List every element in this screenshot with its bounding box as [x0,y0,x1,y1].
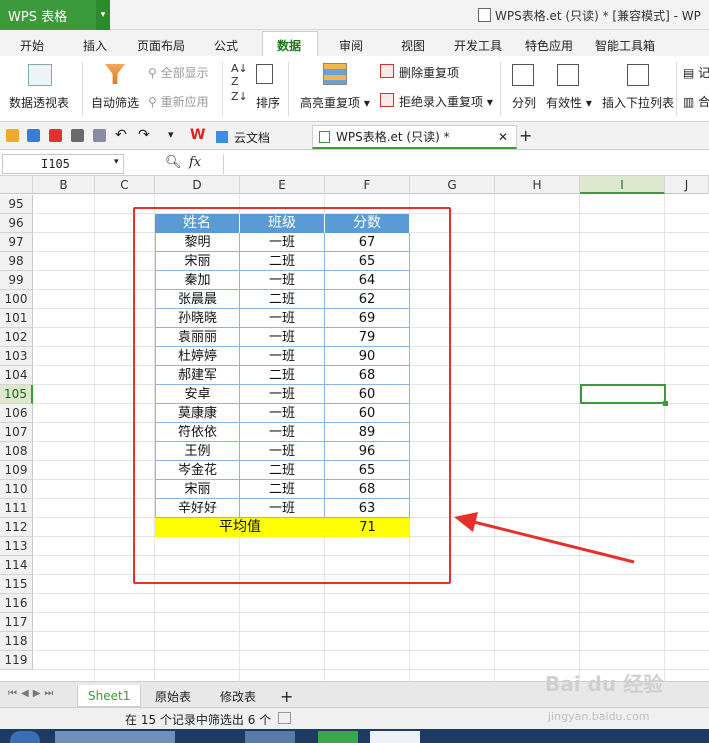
delete-duplicates-button[interactable]: 删除重复项 [399,64,459,81]
save-icon[interactable] [27,129,40,142]
sheet-tab-original[interactable]: 原始表 [145,685,201,707]
sort-icon [256,64,273,84]
annotation-arrow [454,512,635,564]
show-all-button[interactable]: ⚲ 全部显示 [148,64,209,81]
insert-dropdown-button[interactable]: 插入下拉列表 [602,94,674,111]
function-icon[interactable]: fx [189,155,201,170]
print-icon[interactable] [71,129,84,142]
title-bar: WPS 表格 ▾ WPS表格.et (只读) * [兼容模式] - WP [0,0,709,30]
pivot-table-button[interactable]: 数据透视表 [9,94,69,111]
menu-features[interactable]: 特色应用 [525,37,573,54]
filter-status-text: 在 15 个记录中筛选出 6 个 [125,713,272,727]
sort-button[interactable]: 排序 [256,94,280,111]
sort-descending-icon[interactable]: Z↓ [231,90,248,103]
divider [676,62,677,116]
split-column-icon [512,64,534,86]
watermark-url: jingyan.baidu.com [548,710,650,723]
chevron-down-icon[interactable]: ▾ [114,157,119,167]
sort-ascending-icon[interactable]: A↓ Z [231,62,248,88]
taskbar-item[interactable] [318,731,358,743]
menu-data[interactable]: 数据 [277,37,301,54]
chevron-down-icon[interactable]: ▾ [168,128,174,141]
formula-bar: I105 ▾ 🔍︎ fx [0,152,709,176]
reject-duplicates-icon [380,93,394,107]
divider [288,62,289,116]
reapply-button[interactable]: ⚲ 重新应用 [148,93,209,110]
taskbar-item[interactable] [245,731,295,743]
start-button[interactable] [10,731,40,743]
record-button[interactable]: ▤ 记 [683,64,709,81]
sheet-tab-sheet1[interactable]: Sheet1 [77,685,142,707]
menu-formula[interactable]: 公式 [214,37,238,54]
insert-dropdown-icon [627,64,649,86]
menu-page-layout[interactable]: 页面布局 [137,37,185,54]
menu-smart-tools[interactable]: 智能工具箱 [595,37,655,54]
window-title: WPS表格.et (只读) * [兼容模式] - WP [495,9,701,23]
menu-insert[interactable]: 插入 [83,37,107,54]
open-folder-icon[interactable] [6,129,19,142]
delete-duplicates-icon [380,64,394,78]
redo-icon[interactable]: ↷ [138,127,150,143]
merge-button[interactable]: ▥ 合 [683,93,709,110]
formula-input[interactable] [223,154,705,174]
highlight-duplicates-icon [323,63,347,85]
undo-icon[interactable]: ↶ [115,127,127,143]
watermark-logo: Bai du 经验 [545,672,664,696]
menu-review[interactable]: 审阅 [339,37,363,54]
status-bar: 在 15 个记录中筛选出 6 个 Bai du 经验 jingyan.baidu… [0,672,709,729]
sheet-tab-modified[interactable]: 修改表 [210,685,266,707]
highlight-duplicates-button[interactable]: 高亮重复项 ▾ [300,94,370,111]
validity-icon [557,64,579,86]
pivot-table-icon [28,64,52,86]
zoom-icon[interactable]: 🔍︎ [165,155,182,170]
autofilter-button[interactable]: 自动筛选 [91,94,139,111]
print-preview-icon[interactable] [93,129,106,142]
tab-cloud-docs[interactable]: 云文档 [210,125,276,149]
split-column-button[interactable]: 分列 [512,94,536,111]
document-icon [478,8,491,22]
spreadsheet-grid: B C D E F G H I J 95 96 97 98 99 100 101 102 103… [0,176,709,681]
os-taskbar [0,729,709,743]
taskbar-item[interactable] [370,731,420,743]
cloud-icon [216,131,228,143]
ribbon [0,56,709,122]
status-icon[interactable] [278,712,291,724]
taskbar-item[interactable] [55,731,175,743]
wps-logo-icon[interactable]: W [190,127,205,143]
close-icon[interactable]: ✕ [498,130,508,144]
tab-spreadsheet[interactable]: WPS表格.et (只读) * ✕ [312,125,517,149]
chevron-down-icon[interactable]: ▾ [96,0,110,30]
sheet-nav-arrows[interactable]: ⏮◀▶⏭ [8,688,57,699]
menu-home[interactable]: 开始 [20,37,44,54]
name-box[interactable]: I105 [2,154,124,174]
reject-duplicates-button[interactable]: 拒绝录入重复项 ▾ [399,93,493,110]
export-pdf-icon[interactable] [49,129,62,142]
divider [222,62,223,116]
validity-button[interactable]: 有效性 ▾ [546,94,592,111]
app-name: WPS 表格 [8,9,68,25]
divider [82,62,83,116]
menu-view[interactable]: 视图 [401,37,425,54]
divider [500,62,501,116]
add-sheet-icon[interactable]: + [270,685,303,707]
app-menu-button[interactable]: WPS 表格 ▾ [0,0,110,30]
spreadsheet-icon [319,130,330,143]
new-tab-icon[interactable]: + [519,126,532,145]
menu-developer[interactable]: 开发工具 [454,37,502,54]
